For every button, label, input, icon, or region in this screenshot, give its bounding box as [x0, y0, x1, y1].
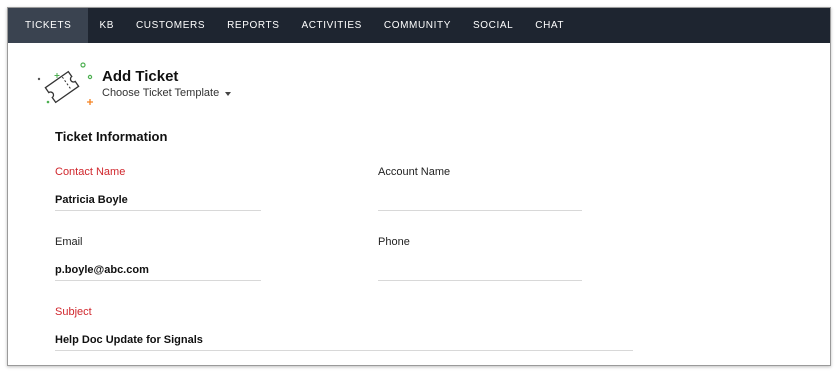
ticket-template-label: Choose Ticket Template: [102, 87, 220, 99]
nav-tab-kb[interactable]: KB: [88, 8, 125, 43]
contact-name-input[interactable]: [55, 190, 261, 211]
phone-label: Phone: [378, 236, 410, 248]
account-name-input[interactable]: [378, 190, 582, 211]
email-field: Email: [55, 236, 261, 281]
contact-name-label: Contact Name: [55, 166, 126, 178]
nav-tab-tickets[interactable]: TICKETS: [8, 8, 89, 43]
top-navigation: TICKETS KB CUSTOMERS REPORTS ACTIVITIES …: [8, 8, 830, 43]
subject-field: Subject: [55, 306, 633, 351]
nav-tab-community[interactable]: COMMUNITY: [373, 8, 462, 43]
nav-tab-reports[interactable]: REPORTS: [216, 8, 290, 43]
page-header: Add Ticket Choose Ticket Template: [34, 61, 434, 111]
phone-input[interactable]: [378, 260, 582, 281]
nav-tab-chat[interactable]: CHAT: [524, 8, 575, 43]
nav-tab-activities[interactable]: ACTIVITIES: [290, 8, 372, 43]
app-window: TICKETS KB CUSTOMERS REPORTS ACTIVITIES …: [7, 7, 831, 366]
account-name-field: Account Name: [378, 166, 582, 211]
contact-name-field: Contact Name: [55, 166, 261, 211]
nav-tab-social[interactable]: SOCIAL: [462, 8, 524, 43]
email-label: Email: [55, 236, 83, 248]
nav-tab-customers[interactable]: CUSTOMERS: [125, 8, 216, 43]
section-title: Ticket Information: [55, 129, 168, 144]
subject-label: Subject: [55, 306, 92, 318]
page-title: Add Ticket: [102, 68, 179, 85]
ticket-icon: [37, 62, 93, 105]
caret-down-icon: [225, 91, 232, 96]
email-input[interactable]: [55, 260, 261, 281]
phone-field: Phone: [378, 236, 582, 281]
account-name-label: Account Name: [378, 166, 451, 178]
ticket-template-dropdown[interactable]: Choose Ticket Template: [102, 87, 232, 99]
subject-input[interactable]: [55, 330, 633, 351]
